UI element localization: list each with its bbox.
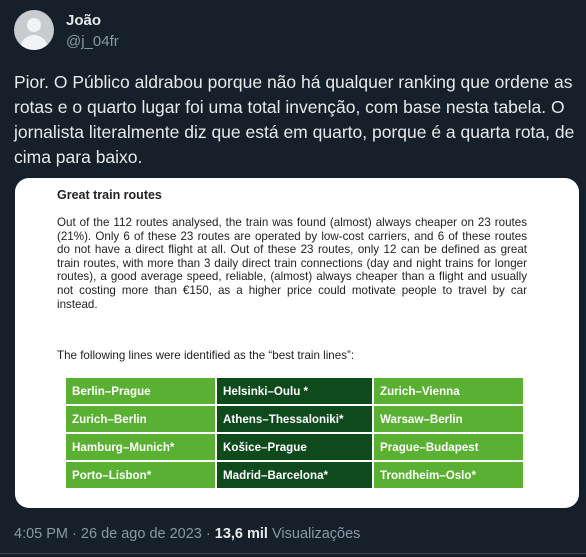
routes-table: Berlin–Prague Helsinki–Oulu * Zurich–Vie… (65, 377, 524, 489)
avatar-head-shape (27, 18, 41, 32)
author-name[interactable]: João (66, 12, 101, 29)
avatar[interactable] (14, 10, 54, 50)
card-lead: The following lines were identified as t… (57, 349, 355, 362)
avatar-body-shape (20, 35, 48, 50)
route-cell: Warsaw–Berlin (373, 405, 524, 433)
divider (0, 553, 586, 554)
route-cell: Helsinki–Oulu * (216, 377, 373, 405)
route-cell: Berlin–Prague (65, 377, 216, 405)
route-cell: Zurich–Vienna (373, 377, 524, 405)
tweet-date[interactable]: 26 de ago de 2023 (81, 526, 202, 542)
route-cell: Porto–Lisbon* (65, 461, 216, 489)
tweet-image[interactable]: Great train routes Out of the 112 routes… (15, 178, 579, 508)
tweet-meta: 4:05 PM · 26 de ago de 2023 · 13,6 mil V… (14, 526, 360, 542)
tweet-time[interactable]: 4:05 PM (14, 526, 68, 542)
card-paragraph: Out of the 112 routes analysed, the trai… (57, 216, 527, 311)
author-handle[interactable]: @j_04fr (66, 33, 119, 50)
route-cell: Košice–Prague (216, 433, 373, 461)
meta-separator: · (205, 526, 211, 542)
route-cell: Hamburg–Munich* (65, 433, 216, 461)
views-count: 13,6 mil (214, 526, 268, 542)
views-label: Visualizações (272, 526, 361, 542)
route-cell: Trondheim–Oslo* (373, 461, 524, 489)
meta-separator: · (72, 526, 77, 542)
route-cell: Zurich–Berlin (65, 405, 216, 433)
tweet-text: Pior. O Público aldrabou porque não há q… (14, 72, 575, 167)
card-title: Great train routes (57, 188, 162, 202)
route-cell: Madrid–Barcelona* (216, 461, 373, 489)
route-cell: Prague–Budapest (373, 433, 524, 461)
route-cell: Athens–Thessaloniki* (216, 405, 373, 433)
